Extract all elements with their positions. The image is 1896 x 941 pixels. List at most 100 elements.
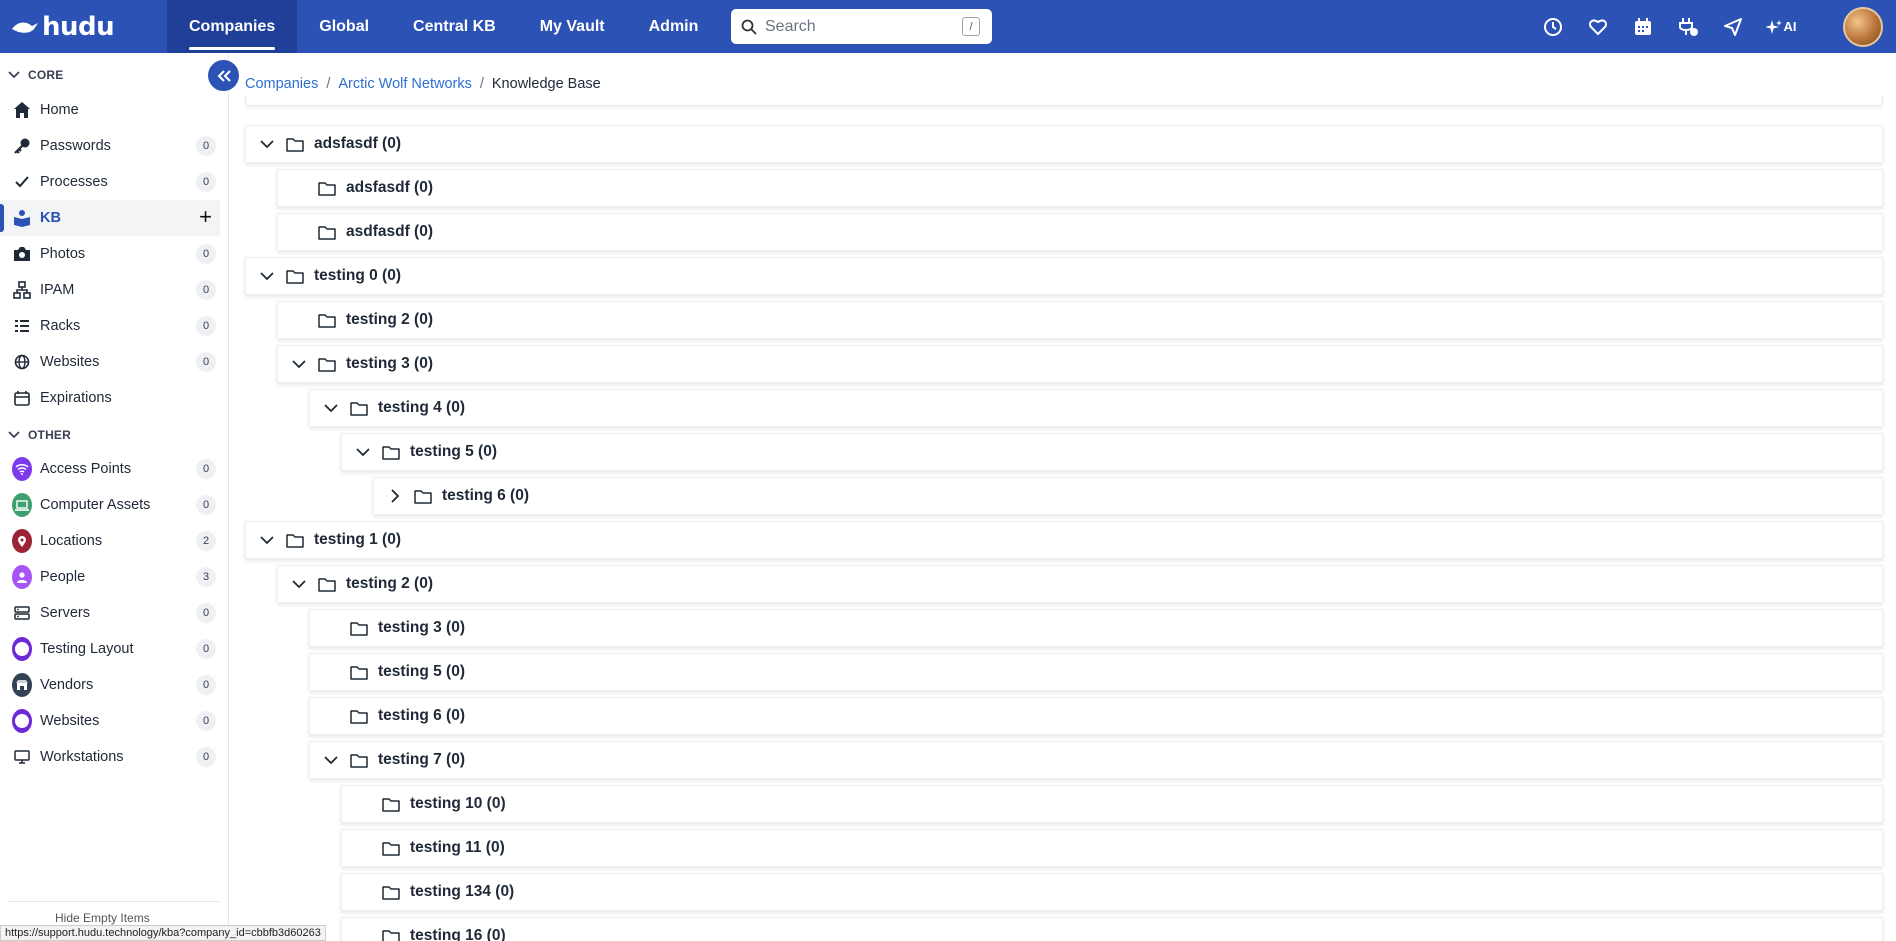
folder-row[interactable]: testing 0 (0)	[245, 257, 1883, 295]
tab-my-vault[interactable]: My Vault	[518, 0, 627, 53]
sidebar-item-vendors[interactable]: Vendors 0	[0, 667, 220, 703]
folder-icon	[286, 137, 304, 152]
sidebar-item-home[interactable]: Home	[0, 92, 220, 128]
folder-label: testing 0 (0)	[314, 267, 401, 284]
sidebar-item-expirations[interactable]: Expirations	[0, 380, 220, 416]
tab-companies[interactable]: Companies	[167, 0, 298, 53]
send-icon[interactable]	[1710, 0, 1755, 53]
sidebar-item-websites-other[interactable]: Websites 0	[0, 703, 220, 739]
sidebar-item-websites[interactable]: Websites 0	[0, 344, 220, 380]
other-section-header[interactable]: OTHER	[8, 425, 71, 445]
tab-admin[interactable]: Admin	[627, 0, 721, 53]
count-badge: 0	[196, 639, 216, 659]
folder-label: testing 7 (0)	[378, 751, 465, 768]
sidebar-item-ipam[interactable]: IPAM 0	[0, 272, 220, 308]
sidebar-item-people[interactable]: People 3	[0, 559, 220, 595]
folder-row[interactable]: testing 4 (0)	[309, 389, 1883, 427]
sidebar-item-photos[interactable]: Photos 0	[0, 236, 220, 272]
chevron-down-icon[interactable]	[254, 139, 280, 149]
chevron-down-icon[interactable]	[254, 535, 280, 545]
wifi-icon	[12, 457, 32, 481]
chevron-down-icon[interactable]	[254, 271, 280, 281]
folder-row[interactable]: adsfasdf (0)	[245, 125, 1883, 163]
folder-row[interactable]: testing 6 (0)	[373, 477, 1883, 515]
chevron-down-icon[interactable]	[286, 359, 312, 369]
folder-row[interactable]: testing 11 (0)	[341, 829, 1883, 867]
sidebar-item-servers[interactable]: Servers 0	[0, 595, 220, 631]
folder-label: testing 5 (0)	[410, 443, 497, 460]
calendar-icon[interactable]	[1620, 0, 1665, 53]
people-icon	[12, 565, 32, 589]
sidebar-item-label: Racks	[40, 318, 81, 334]
count-badge: 0	[196, 172, 216, 192]
core-section-title: CORE	[28, 68, 64, 82]
folder-row[interactable]: testing 2 (0)	[277, 565, 1883, 603]
chevron-down-icon[interactable]	[286, 579, 312, 589]
breadcrumb-separator: /	[479, 76, 484, 92]
core-section-header[interactable]: CORE	[8, 65, 63, 85]
folder-row[interactable]: adsfasdf (0)	[277, 169, 1883, 207]
folder-icon	[350, 621, 368, 636]
collapse-sidebar-button[interactable]	[208, 60, 239, 91]
folder-icon	[350, 709, 368, 724]
sidebar-item-kb[interactable]: KB +	[0, 200, 220, 236]
folder-label: testing 3 (0)	[346, 355, 433, 372]
ring-icon	[12, 709, 32, 733]
folder-icon	[318, 181, 336, 196]
folder-row[interactable]: testing 1 (0)	[245, 521, 1883, 559]
clock-icon[interactable]	[1530, 0, 1575, 53]
folder-row[interactable]: testing 7 (0)	[309, 741, 1883, 779]
tab-central-kb[interactable]: Central KB	[391, 0, 518, 53]
sidebar-item-label: KB	[40, 210, 61, 226]
folder-label: adsfasdf (0)	[346, 179, 433, 196]
plug-icon[interactable]	[1665, 0, 1710, 53]
sidebar-item-label: Vendors	[40, 677, 94, 693]
folder-icon	[382, 885, 400, 900]
folder-row[interactable]: testing 5 (0)	[309, 653, 1883, 691]
sidebar-item-locations[interactable]: Locations 2	[0, 523, 220, 559]
breadcrumb-company[interactable]: Arctic Wolf Networks	[338, 76, 471, 92]
folder-icon	[382, 797, 400, 812]
folder-icon	[318, 225, 336, 240]
ai-button[interactable]: AI	[1755, 0, 1807, 53]
folder-label: testing 4 (0)	[378, 399, 465, 416]
heart-icon[interactable]	[1575, 0, 1620, 53]
sidebar-item-racks[interactable]: Racks 0	[0, 308, 220, 344]
sidebar-item-processes[interactable]: Processes 0	[0, 164, 220, 200]
sidebar-item-label: Expirations	[40, 390, 112, 406]
hide-empty-items-toggle[interactable]: Hide Empty Items	[55, 911, 150, 925]
chevron-right-icon[interactable]	[382, 489, 408, 503]
hudu-logo[interactable]: hudu	[0, 0, 167, 53]
breadcrumb-companies[interactable]: Companies	[245, 76, 318, 92]
search-input[interactable]	[765, 17, 965, 36]
sidebar-item-passwords[interactable]: Passwords 0	[0, 128, 220, 164]
add-kb-plus[interactable]: +	[199, 206, 212, 228]
sidebar-item-access-points[interactable]: Access Points 0	[0, 451, 220, 487]
search-shortcut-key: /	[962, 17, 980, 36]
folder-row[interactable]: testing 5 (0)	[341, 433, 1883, 471]
count-badge: 2	[196, 531, 216, 551]
tab-global[interactable]: Global	[297, 0, 391, 53]
count-badge: 0	[196, 244, 216, 264]
sidebar-item-testing-layout[interactable]: Testing Layout 0	[0, 631, 220, 667]
user-avatar[interactable]	[1843, 7, 1883, 47]
folder-label: adsfasdf (0)	[314, 135, 401, 152]
search-box[interactable]: /	[731, 9, 992, 44]
folder-icon	[286, 269, 304, 284]
folder-row[interactable]: testing 134 (0)	[341, 873, 1883, 911]
camera-icon	[12, 244, 32, 264]
folder-row[interactable]: testing 10 (0)	[341, 785, 1883, 823]
network-icon	[12, 280, 32, 300]
folder-row[interactable]: testing 2 (0)	[277, 301, 1883, 339]
folder-row[interactable]: asdfasdf (0)	[277, 213, 1883, 251]
sidebar-item-computer-assets[interactable]: Computer Assets 0	[0, 487, 220, 523]
sidebar-item-workstations[interactable]: Workstations 0	[0, 739, 220, 775]
chevron-down-icon[interactable]	[318, 403, 344, 413]
folder-row[interactable]: testing 16 (0)	[341, 917, 1883, 941]
chevron-down-icon[interactable]	[318, 755, 344, 765]
chevron-down-icon[interactable]	[350, 447, 376, 457]
folder-row[interactable]: testing 6 (0)	[309, 697, 1883, 735]
folder-row[interactable]: testing 3 (0)	[309, 609, 1883, 647]
folder-row[interactable]: testing 3 (0)	[277, 345, 1883, 383]
count-badge: 0	[196, 280, 216, 300]
